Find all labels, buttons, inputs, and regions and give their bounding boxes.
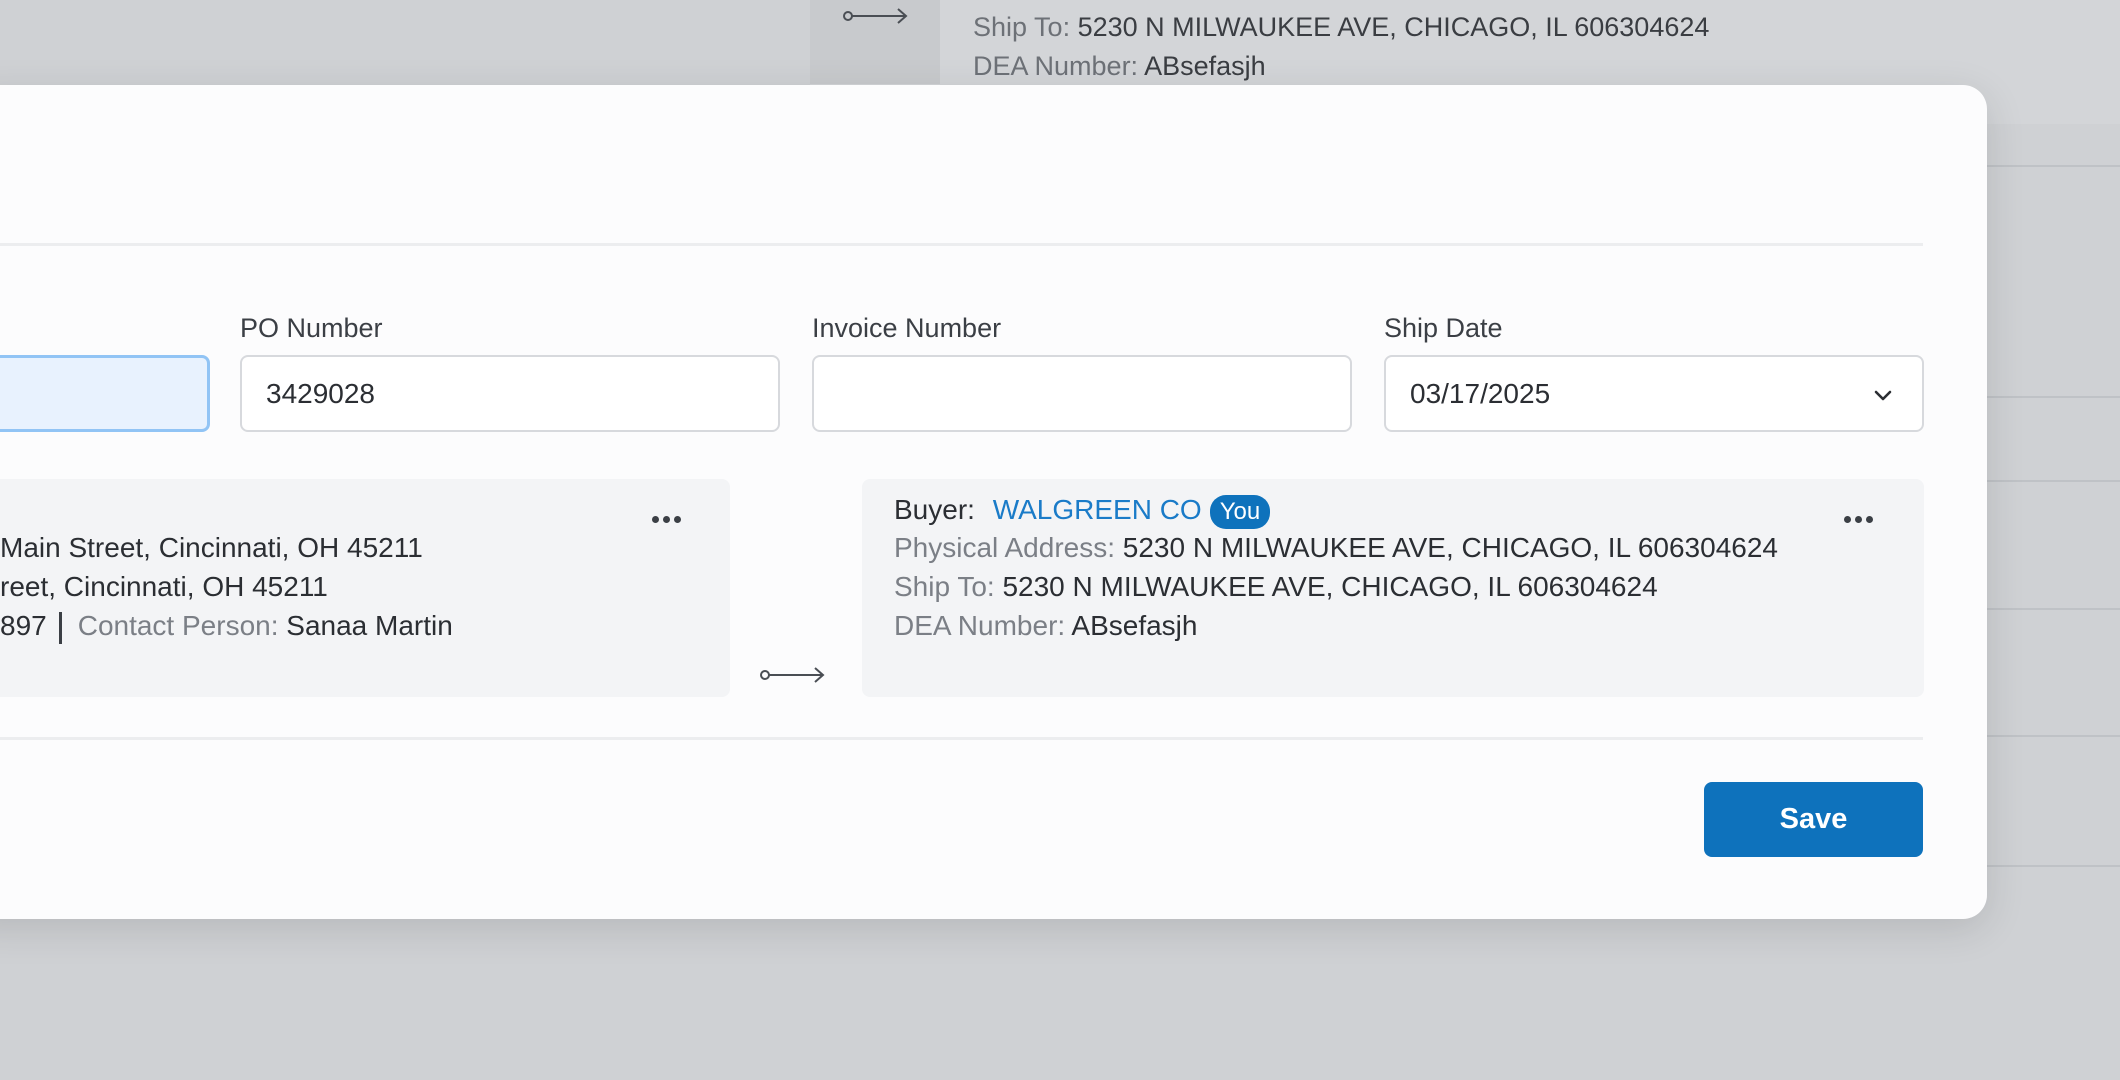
background-row-divider (1985, 608, 2120, 610)
background-dea-number: DEA Number: ABsefasjh (973, 51, 1266, 81)
footer-divider (0, 737, 1923, 740)
seller-phone: 897 (0, 610, 47, 641)
you-badge: You (1209, 495, 1271, 529)
buyer-physical-address: Physical Address: 5230 N MILWAUKEE AVE, … (894, 532, 1778, 563)
edit-order-modal: PO Number 3429028 Invoice Number Ship Da… (0, 85, 1987, 919)
background-row-divider (1985, 165, 2120, 167)
background-row-divider (1985, 480, 2120, 482)
seller-panel: Main Street, Cincinnati, OH 45211 reet, … (0, 479, 730, 697)
buyer-more-icon[interactable] (1844, 510, 1884, 524)
background-row-divider (1985, 865, 2120, 867)
buyer-panel: Buyer: WALGREEN CO You Physical Address: … (862, 479, 1924, 697)
seller-physical-address: Main Street, Cincinnati, OH 45211 (0, 532, 423, 563)
invoice-number-input[interactable] (812, 355, 1352, 432)
arrow-right-icon (760, 667, 825, 683)
buyer-name-link[interactable]: WALGREEN CO (993, 494, 1202, 525)
buyer-line: Buyer: WALGREEN CO You (894, 494, 1271, 529)
po-number-value: 3429028 (266, 377, 376, 409)
focused-field[interactable] (0, 355, 210, 432)
ship-date-value: 03/17/2025 (1410, 377, 1551, 409)
buyer-ship-to: Ship To: 5230 N MILWAUKEE AVE, CHICAGO, … (894, 571, 1658, 602)
po-number-input[interactable]: 3429028 (240, 355, 780, 432)
seller-ship-from: reet, Cincinnati, OH 45211 (0, 571, 328, 602)
chevron-down-icon (1874, 390, 1892, 401)
ship-date-label: Ship Date (1384, 313, 1503, 343)
background-arrow-right-icon (843, 8, 908, 24)
ship-date-select[interactable]: 03/17/2025 (1384, 355, 1924, 432)
background-ship-to: Ship To: 5230 N MILWAUKEE AVE, CHICAGO, … (973, 12, 1710, 42)
seller-more-icon[interactable] (652, 510, 692, 524)
seller-contact-person: Sanaa Martin (286, 610, 453, 641)
po-number-label: PO Number (240, 313, 383, 343)
separator (58, 611, 62, 644)
invoice-number-label: Invoice Number (812, 313, 1002, 343)
seller-contact-line: 897 Contact Person: Sanaa Martin (0, 610, 453, 644)
background-row-divider (1985, 396, 2120, 398)
header-divider (0, 243, 1923, 246)
save-button[interactable]: Save (1704, 782, 1923, 857)
background-row-divider (1985, 735, 2120, 737)
buyer-dea-number: DEA Number: ABsefasjh (894, 610, 1198, 641)
